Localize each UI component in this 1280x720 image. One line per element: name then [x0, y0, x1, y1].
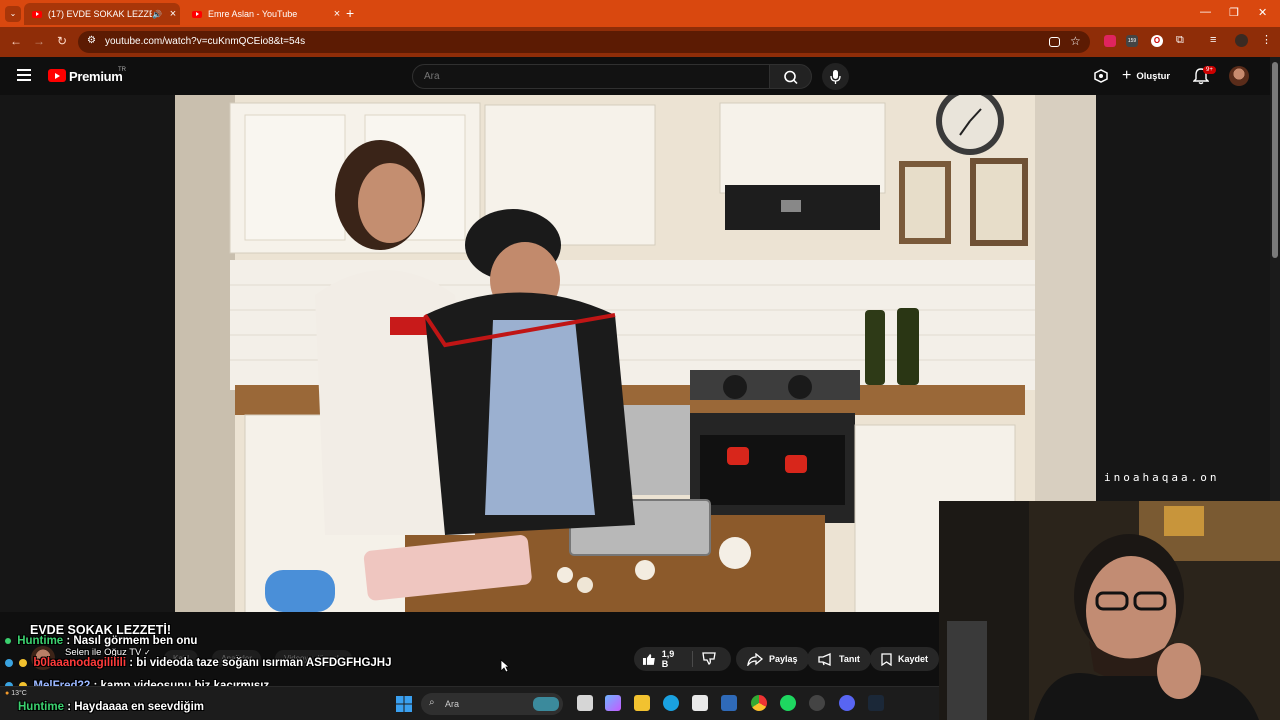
promote-button[interactable]: Tanıt	[807, 647, 871, 671]
extension-badge: 159	[1127, 38, 1137, 44]
site-info-icon[interactable]: ⚙	[87, 35, 96, 46]
chat-username: Huntime	[18, 701, 64, 713]
browser-menu-icon[interactable]: ⋮	[1261, 33, 1272, 46]
task-view-icon[interactable]	[577, 695, 593, 711]
search-highlight-icon	[533, 697, 559, 711]
microphone-icon	[830, 70, 841, 84]
close-tab-icon[interactable]: ×	[330, 8, 344, 20]
thumbs-down-icon	[702, 651, 716, 665]
chat-message: b0laaanodagililili : bi videoda taze soğ…	[5, 657, 392, 669]
menu-icon[interactable]	[17, 69, 31, 84]
chat-message: Huntime : Haydaaaa en seevdiğim	[18, 701, 204, 713]
edge-icon[interactable]	[663, 695, 679, 711]
like-count: 1,9 B	[661, 649, 675, 669]
obs-icon[interactable]	[809, 695, 825, 711]
share-button[interactable]: Paylaş	[736, 647, 809, 671]
restore-icon[interactable]: ❐	[1229, 6, 1239, 19]
save-button[interactable]: Kaydet	[870, 647, 940, 671]
app-icon[interactable]	[721, 695, 737, 711]
scrollbar-thumb[interactable]	[1272, 62, 1278, 258]
promote-label: Tanıt	[839, 654, 860, 664]
weather-temp: 13°C	[11, 690, 27, 697]
like-button[interactable]: 1,9 B	[634, 649, 693, 669]
search-input[interactable]	[412, 64, 770, 89]
close-window-icon[interactable]: ✕	[1258, 6, 1267, 19]
plus-icon: +	[1122, 67, 1132, 84]
tab-active[interactable]: (17) EVDE SOKAK LEZZETİ! 🔊 ×	[24, 3, 180, 25]
mouse-cursor-icon	[500, 659, 511, 678]
handwriting-text: inoahaqaa.on	[1104, 471, 1220, 484]
extension-counter-icon[interactable]: 159	[1126, 35, 1138, 47]
back-icon[interactable]: ←	[10, 34, 22, 48]
chrome-icon[interactable]	[751, 695, 767, 711]
bookmark-icon	[881, 652, 892, 666]
profile-avatar[interactable]	[1235, 34, 1248, 47]
chat-username: b0laaanodagililili	[33, 657, 127, 669]
verified-icon: ✓	[144, 648, 151, 657]
extension-icon[interactable]	[1104, 35, 1116, 47]
chat-message: Huntime : Nasıl görmem ben onu	[5, 635, 197, 647]
share-icon	[747, 652, 763, 666]
weather-widget[interactable]: ● 13°C	[5, 690, 27, 697]
chat-badge-icon	[5, 637, 11, 644]
youtube-premium-logo[interactable]: Premium	[69, 69, 123, 84]
chat-text: : Haydaaaa en seevdiğim	[67, 701, 204, 713]
chat-badge-icon	[19, 658, 28, 667]
chat-badge-icon	[5, 658, 13, 667]
search-icon: ⌕	[429, 697, 435, 708]
bookmark-star-icon[interactable]: ☆	[1070, 34, 1081, 48]
file-explorer-icon[interactable]	[634, 695, 650, 711]
voice-search-button[interactable]	[822, 63, 849, 90]
extensions-puzzle-icon[interactable]: ⧉	[1176, 34, 1184, 47]
share-label: Paylaş	[769, 654, 798, 664]
reading-list-icon[interactable]: ≡	[1210, 34, 1216, 46]
reload-icon[interactable]: ↻	[57, 34, 67, 48]
youtube-logo-icon[interactable]	[48, 69, 66, 82]
install-app-icon[interactable]	[1049, 37, 1060, 47]
chat-text: : bi videoda taze soğanı ısırman ASFDGFH…	[129, 657, 392, 669]
create-button[interactable]: + Oluştur	[1122, 66, 1170, 86]
new-tab-button[interactable]: +	[346, 5, 354, 21]
close-tab-icon[interactable]: ×	[166, 8, 180, 20]
search-button[interactable]	[769, 64, 812, 89]
thumbs-up-icon	[642, 653, 655, 665]
account-avatar[interactable]	[1229, 66, 1249, 86]
steam-icon[interactable]	[868, 695, 884, 711]
streamer-webcam	[939, 501, 1280, 720]
like-dislike-group: 1,9 B	[634, 647, 731, 671]
country-code: TR	[118, 67, 126, 73]
chat-text: : Nasıl görmem ben onu	[66, 635, 198, 647]
spotify-icon[interactable]	[780, 695, 796, 711]
tab-inactive[interactable]: Emre Aslan - YouTube ×	[184, 3, 344, 25]
cast-icon[interactable]	[1093, 69, 1109, 88]
youtube-favicon-icon	[32, 10, 42, 18]
discord-icon[interactable]	[839, 695, 855, 711]
windows-start-icon[interactable]	[396, 696, 412, 717]
taskbar-search[interactable]: ⌕ Ara	[421, 693, 563, 715]
create-label: Oluştur	[1136, 70, 1171, 82]
chat-username: Huntime	[17, 635, 64, 647]
url-text[interactable]: youtube.com/watch?v=cuKnmQCEio8&t=54s	[105, 36, 305, 47]
dislike-button[interactable]	[693, 651, 731, 667]
tab-search-button[interactable]: ⌄	[5, 6, 21, 22]
save-label: Kaydet	[898, 654, 929, 664]
tab-title: Emre Aslan - YouTube	[208, 9, 298, 19]
store-icon[interactable]	[692, 695, 708, 711]
opera-extension-icon[interactable]: O	[1151, 35, 1163, 47]
streamer-webcam-image	[939, 501, 1280, 720]
forward-icon[interactable]: →	[33, 34, 45, 48]
taskbar-search-placeholder: Ara	[445, 699, 460, 709]
minimize-icon[interactable]: —	[1200, 6, 1211, 18]
weather-icon: ●	[5, 690, 10, 697]
megaphone-icon	[818, 652, 831, 666]
youtube-favicon-icon	[192, 10, 202, 18]
search-icon	[784, 70, 798, 85]
copilot-icon[interactable]	[605, 695, 621, 711]
speaker-icon[interactable]: 🔊	[152, 10, 162, 19]
notification-badge: 9+	[1203, 66, 1216, 74]
tab-title: (17) EVDE SOKAK LEZZETİ!	[48, 9, 152, 19]
